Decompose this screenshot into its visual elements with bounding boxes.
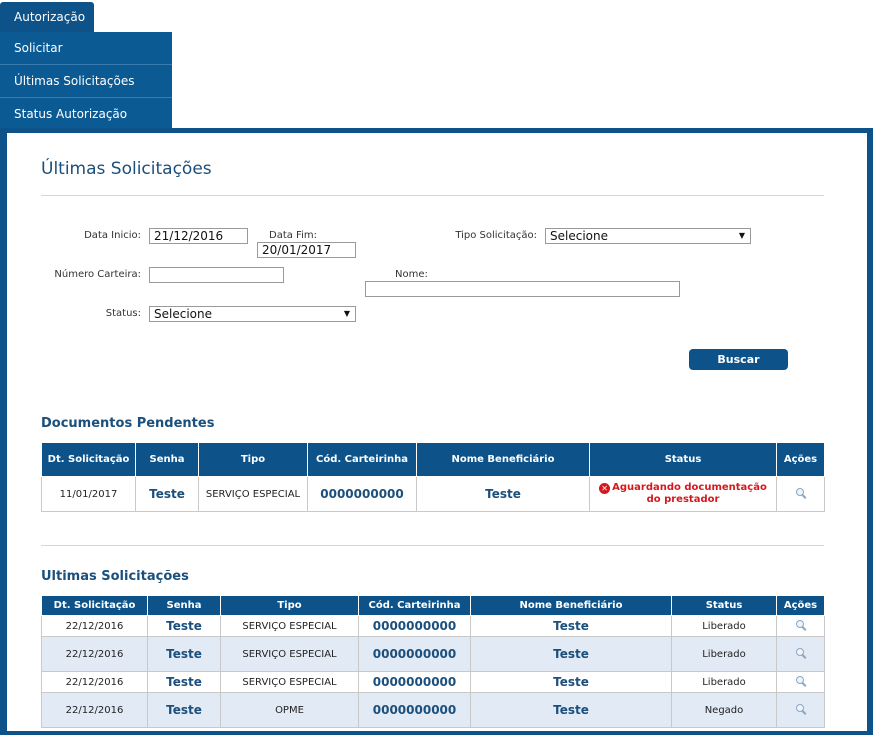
cell-nome: Teste — [470, 615, 672, 637]
col-header: Tipo — [198, 442, 308, 477]
col-header: Cód. Carteirinha — [307, 442, 417, 477]
magnifier-icon[interactable] — [795, 703, 807, 715]
content-panel: Últimas Solicitações Data Inicio: 21/12/… — [7, 133, 867, 731]
cell-status: Negado — [671, 692, 777, 728]
status-select[interactable]: Selecione ▼ — [149, 306, 356, 322]
tipo-solicitacao-value: Selecione — [550, 229, 608, 243]
table-row[interactable]: 11/01/2017 Teste SERVIÇO ESPECIAL 000000… — [41, 476, 825, 512]
table-row[interactable]: 22/12/2016 Teste OPME 0000000000 Teste N… — [41, 692, 825, 728]
pendentes-table: Dt. Solicitação Senha Tipo Cód. Carteiri… — [41, 442, 825, 512]
table-row[interactable]: 22/12/2016 Teste SERVIÇO ESPECIAL 000000… — [41, 671, 825, 693]
cell-senha: Teste — [135, 476, 199, 512]
cell-cod: 0000000000 — [307, 476, 417, 512]
page-title: Últimas Solicitações — [41, 159, 212, 179]
nome-input[interactable] — [365, 281, 680, 297]
content-frame: Últimas Solicitações Data Inicio: 21/12/… — [0, 128, 873, 735]
table-header-row: Dt. Solicitação Senha Tipo Cód. Carteiri… — [41, 442, 825, 477]
numero-carteira-input[interactable] — [149, 267, 284, 283]
tipo-solicitacao-select[interactable]: Selecione ▼ — [545, 228, 751, 244]
error-circle-icon: ✕ — [599, 483, 611, 494]
buscar-button[interactable]: Buscar — [689, 349, 788, 370]
status-label: Status: — [105, 308, 141, 319]
col-header: Ações — [776, 595, 825, 616]
magnifier-icon[interactable] — [795, 647, 807, 659]
cell-data: 22/12/2016 — [41, 671, 148, 693]
cell-data: 11/01/2017 — [41, 476, 136, 512]
magnifier-icon[interactable] — [795, 619, 807, 631]
magnifier-icon[interactable] — [795, 675, 807, 687]
cell-acoes — [776, 692, 825, 728]
cell-cod: 0000000000 — [358, 636, 471, 672]
ultimas-table: Dt. Solicitação Senha Tipo Cód. Carteiri… — [41, 595, 825, 728]
cell-senha: Teste — [147, 636, 221, 672]
col-header: Senha — [135, 442, 199, 477]
cell-nome: Teste — [470, 692, 672, 728]
col-header: Ações — [776, 442, 825, 477]
cell-data: 22/12/2016 — [41, 615, 148, 637]
cell-data: 22/12/2016 — [41, 692, 148, 728]
ultimas-solicitacoes-title: Ultimas Solicitações — [41, 569, 189, 584]
cell-nome: Teste — [470, 636, 672, 672]
col-header: Dt. Solicitação — [41, 442, 136, 477]
cell-status: Liberado — [671, 671, 777, 693]
status-error: ✕ Aguardando documentação do prestador — [599, 482, 767, 505]
col-header: Senha — [147, 595, 221, 616]
cell-cod: 0000000000 — [358, 615, 471, 637]
data-inicio-input[interactable]: 21/12/2016 — [149, 228, 248, 244]
menu-item-status-autorizacao[interactable]: Status Autorização — [0, 98, 172, 130]
chevron-down-icon: ▼ — [343, 309, 350, 318]
cell-senha: Teste — [147, 615, 221, 637]
cell-tipo: SERVIÇO ESPECIAL — [220, 671, 359, 693]
cell-acoes — [776, 636, 825, 672]
submenu: Solicitar Últimas Solicitações Status Au… — [0, 32, 172, 130]
documentos-pendentes-title: Documentos Pendentes — [41, 416, 215, 431]
col-header: Nome Beneficiário — [470, 595, 672, 616]
cell-senha: Teste — [147, 671, 221, 693]
table-row[interactable]: 22/12/2016 Teste SERVIÇO ESPECIAL 000000… — [41, 636, 825, 672]
col-header: Status — [589, 442, 777, 477]
cell-status: ✕ Aguardando documentação do prestador — [589, 476, 777, 512]
cell-data: 22/12/2016 — [41, 636, 148, 672]
cell-senha: Teste — [147, 692, 221, 728]
cell-status: Liberado — [671, 615, 777, 637]
col-header: Cód. Carteirinha — [358, 595, 471, 616]
col-header: Tipo — [220, 595, 359, 616]
cell-cod: 0000000000 — [358, 692, 471, 728]
cell-tipo: SERVIÇO ESPECIAL — [220, 636, 359, 672]
cell-acoes — [776, 671, 825, 693]
data-fim-label: Data Fim: — [269, 230, 317, 241]
divider — [41, 545, 824, 546]
cell-nome: Teste — [470, 671, 672, 693]
cell-tipo: SERVIÇO ESPECIAL — [220, 615, 359, 637]
table-header-row: Dt. Solicitação Senha Tipo Cód. Carteiri… — [41, 595, 825, 616]
cell-tipo: OPME — [220, 692, 359, 728]
status-text: Aguardando documentação do prestador — [612, 482, 767, 505]
cell-nome: Teste — [416, 476, 590, 512]
nome-label: Nome: — [395, 269, 428, 280]
table-row[interactable]: 22/12/2016 Teste SERVIÇO ESPECIAL 000000… — [41, 615, 825, 637]
magnifier-icon[interactable] — [795, 487, 807, 499]
numero-carteira-label: Número Carteira: — [54, 269, 141, 280]
col-header: Dt. Solicitação — [41, 595, 148, 616]
col-header: Status — [671, 595, 777, 616]
menu-item-solicitar[interactable]: Solicitar — [0, 32, 172, 65]
menu-item-ultimas-solicitacoes[interactable]: Últimas Solicitações — [0, 65, 172, 98]
chevron-down-icon: ▼ — [738, 231, 745, 240]
data-inicio-label: Data Inicio: — [84, 230, 141, 241]
tipo-solicitacao-label: Tipo Solicitação: — [455, 230, 537, 241]
cell-status: Liberado — [671, 636, 777, 672]
divider — [41, 195, 824, 196]
cell-acoes — [776, 615, 825, 637]
menu-tab-autorizacao[interactable]: Autorização — [0, 2, 94, 32]
cell-tipo: SERVIÇO ESPECIAL — [198, 476, 308, 512]
cell-acoes — [776, 476, 825, 512]
cell-cod: 0000000000 — [358, 671, 471, 693]
data-fim-input[interactable]: 20/01/2017 — [257, 242, 356, 258]
col-header: Nome Beneficiário — [416, 442, 590, 477]
status-value: Selecione — [154, 307, 212, 321]
